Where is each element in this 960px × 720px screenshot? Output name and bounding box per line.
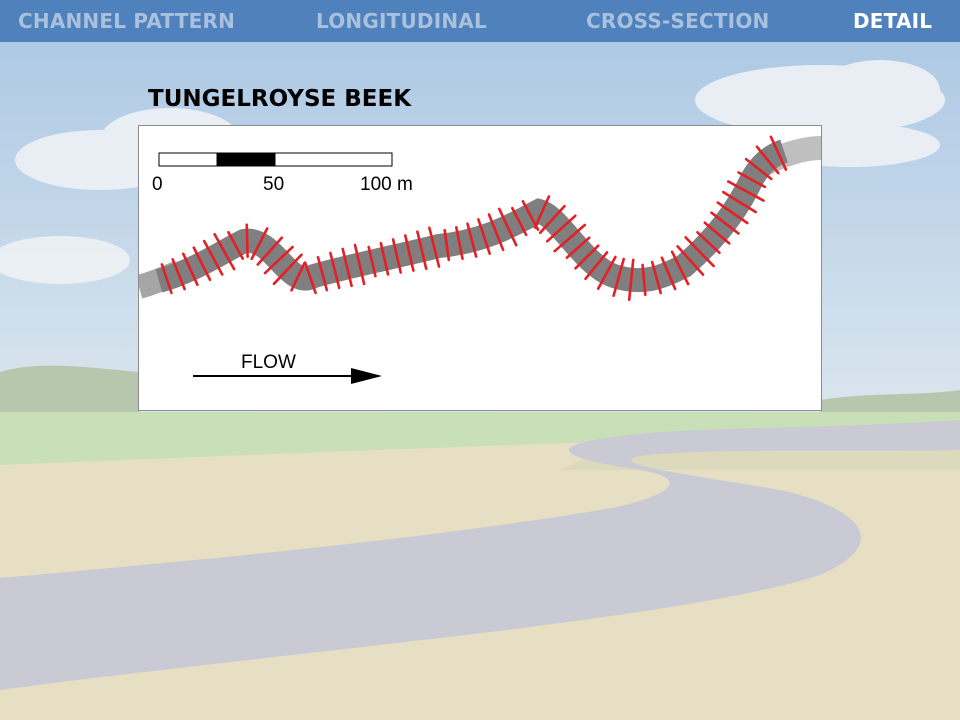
transect-line bbox=[245, 223, 249, 258]
tab-channel-pattern[interactable]: CHANNEL PATTERN bbox=[18, 9, 235, 33]
channel-map: 0 50 100 m FLOW bbox=[139, 135, 821, 384]
scale-segment-3 bbox=[274, 152, 393, 167]
scale-bar: 0 50 100 m bbox=[152, 152, 413, 195]
flow-arrow: FLOW bbox=[193, 352, 382, 384]
scale-segment-2 bbox=[216, 152, 276, 167]
scale-label-50: 50 bbox=[263, 174, 284, 195]
tab-longitudinal[interactable]: LONGITUDINAL bbox=[316, 9, 487, 33]
flow-label: FLOW bbox=[241, 352, 296, 373]
tree-line bbox=[0, 365, 140, 420]
top-nav-bar: CHANNEL PATTERN LONGITUDINAL CROSS-SECTI… bbox=[0, 0, 960, 42]
tab-detail[interactable]: DETAIL bbox=[853, 9, 932, 33]
page-title: TUNGELROYSE BEEK bbox=[148, 86, 412, 112]
scale-label-100m: 100 m bbox=[360, 174, 413, 195]
scale-label-0: 0 bbox=[152, 174, 163, 195]
tab-cross-section[interactable]: CROSS-SECTION bbox=[586, 9, 769, 33]
scale-segment-1 bbox=[158, 152, 218, 167]
flow-arrow-head bbox=[351, 368, 382, 384]
channel-map-panel: 0 50 100 m FLOW bbox=[138, 125, 822, 411]
